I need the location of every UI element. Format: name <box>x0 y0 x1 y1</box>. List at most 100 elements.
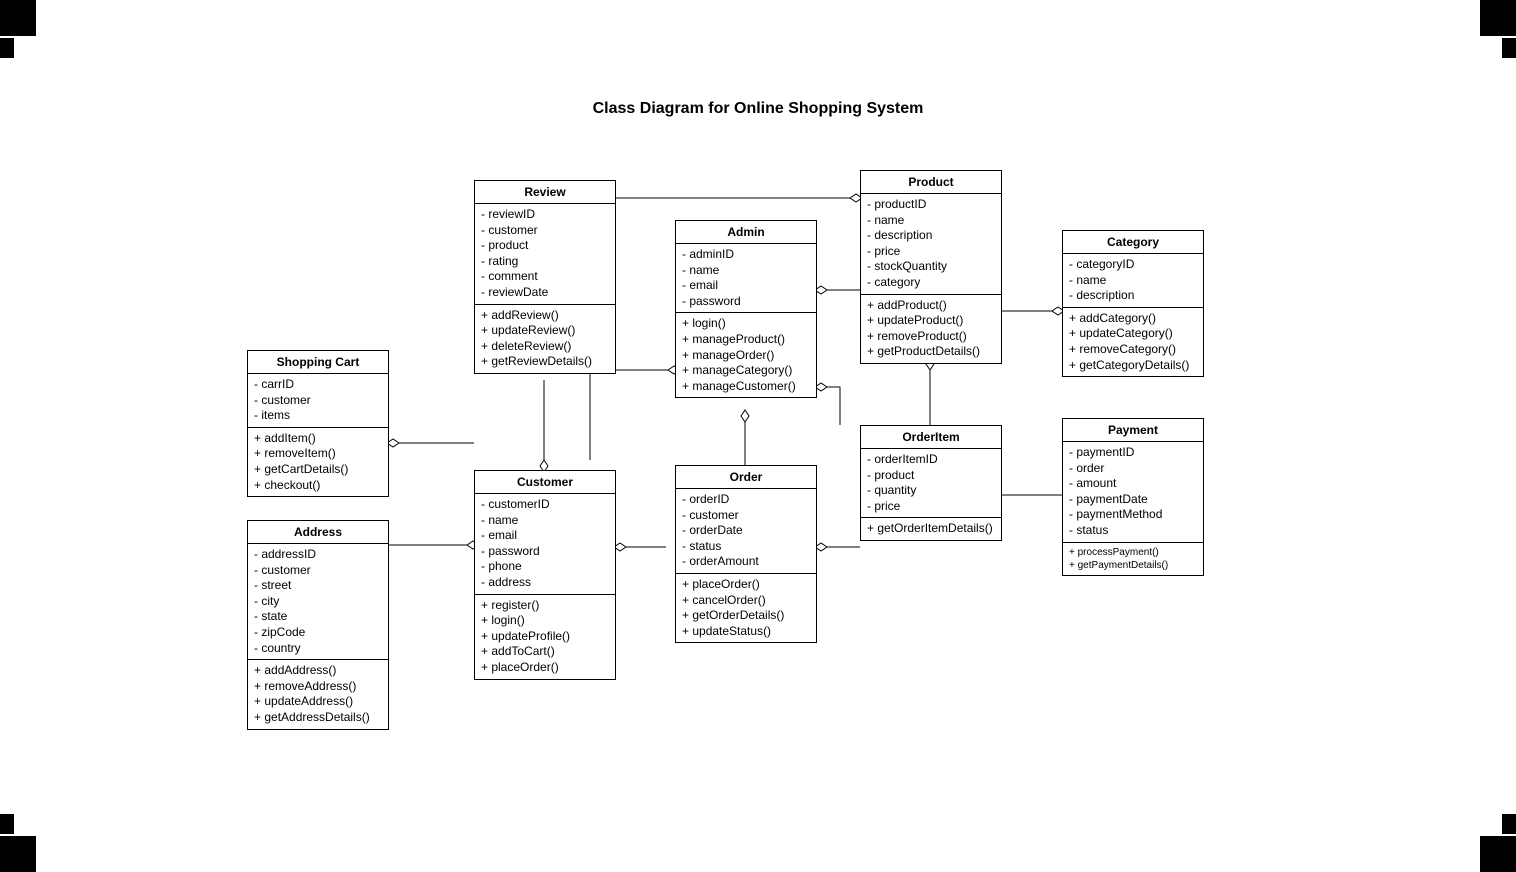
attr-line: - paymentDate <box>1069 492 1197 508</box>
method-line: + deleteReview() <box>481 339 609 355</box>
attr-line: - stockQuantity <box>867 259 995 275</box>
method-line: + updateCategory() <box>1069 326 1197 342</box>
method-line: + updateAddress() <box>254 694 382 710</box>
attr-line: - price <box>867 244 995 260</box>
method-line: + updateStatus() <box>682 624 810 640</box>
attr-line: - customerID <box>481 497 609 513</box>
class-order-name: Order <box>676 466 816 489</box>
attr-line: - phone <box>481 559 609 575</box>
attr-line: - name <box>481 513 609 529</box>
attr-line: - adminID <box>682 247 810 263</box>
class-review-methods: + addReview()+ updateReview()+ deleteRev… <box>475 305 615 373</box>
method-line: + getAddressDetails() <box>254 710 382 726</box>
attr-line: - rating <box>481 254 609 270</box>
class-admin-attrs: - adminID- name- email- password <box>676 244 816 313</box>
class-payment-attrs: - paymentID- order- amount- paymentDate-… <box>1063 442 1203 543</box>
method-line: + getCategoryDetails() <box>1069 358 1197 374</box>
method-line: + addItem() <box>254 431 382 447</box>
attr-line: - order <box>1069 461 1197 477</box>
class-admin: Admin - adminID- name- email- password +… <box>675 220 817 398</box>
attr-line: - customer <box>254 563 382 579</box>
attr-line: - password <box>481 544 609 560</box>
method-line: + checkout() <box>254 478 382 494</box>
class-customer: Customer - customerID- name- email- pass… <box>474 470 616 680</box>
attr-line: - productID <box>867 197 995 213</box>
class-payment-methods: + processPayment()+ getPaymentDetails() <box>1063 543 1203 575</box>
attr-line: - paymentID <box>1069 445 1197 461</box>
attr-line: - comment <box>481 269 609 285</box>
attr-line: - street <box>254 578 382 594</box>
method-line: + getPaymentDetails() <box>1069 559 1197 572</box>
attr-line: - state <box>254 609 382 625</box>
attr-line: - status <box>682 539 810 555</box>
class-customer-attrs: - customerID- name- email- password- pho… <box>475 494 615 595</box>
attr-line: - name <box>867 213 995 229</box>
attr-line: - amount <box>1069 476 1197 492</box>
class-product-attrs: - productID- name- description- price- s… <box>861 194 1001 295</box>
class-order-item: OrderItem - orderItemID- product- quanti… <box>860 425 1002 541</box>
class-order: Order - orderID- customer- orderDate- st… <box>675 465 817 643</box>
class-product-methods: + addProduct()+ updateProduct()+ removeP… <box>861 295 1001 363</box>
method-line: + manageProduct() <box>682 332 810 348</box>
attr-line: - orderDate <box>682 523 810 539</box>
method-line: + login() <box>481 613 609 629</box>
class-customer-methods: + register()+ login()+ updateProfile()+ … <box>475 595 615 679</box>
attr-line: - status <box>1069 523 1197 539</box>
class-admin-methods: + login()+ manageProduct()+ manageOrder(… <box>676 313 816 397</box>
class-category-methods: + addCategory()+ updateCategory()+ remov… <box>1063 308 1203 376</box>
class-category-attrs: - categoryID- name- description <box>1063 254 1203 308</box>
method-line: + removeAddress() <box>254 679 382 695</box>
class-address: Address - addressID- customer- street- c… <box>247 520 389 730</box>
attr-line: - categoryID <box>1069 257 1197 273</box>
attr-line: - reviewID <box>481 207 609 223</box>
method-line: + placeOrder() <box>682 577 810 593</box>
attr-line: - product <box>867 468 995 484</box>
method-line: + register() <box>481 598 609 614</box>
attr-line: - password <box>682 294 810 310</box>
method-line: + manageCategory() <box>682 363 810 379</box>
method-line: + getCartDetails() <box>254 462 382 478</box>
class-product: Product - productID- name- description- … <box>860 170 1002 364</box>
attr-line: - name <box>682 263 810 279</box>
class-customer-name: Customer <box>475 471 615 494</box>
method-line: + manageOrder() <box>682 348 810 364</box>
attr-line: - addressID <box>254 547 382 563</box>
class-category: Category - categoryID- name- description… <box>1062 230 1204 377</box>
attr-line: - description <box>867 228 995 244</box>
attr-line: - email <box>481 528 609 544</box>
method-line: + addProduct() <box>867 298 995 314</box>
class-product-name: Product <box>861 171 1001 194</box>
attr-line: - email <box>682 278 810 294</box>
class-address-attrs: - addressID- customer- street- city- sta… <box>248 544 388 660</box>
method-line: + addCategory() <box>1069 311 1197 327</box>
class-payment: Payment - paymentID- order- amount- paym… <box>1062 418 1204 576</box>
class-payment-name: Payment <box>1063 419 1203 442</box>
method-line: + placeOrder() <box>481 660 609 676</box>
method-line: + updateReview() <box>481 323 609 339</box>
attr-line: - country <box>254 641 382 657</box>
attr-line: - items <box>254 408 382 424</box>
class-order-item-attrs: - orderItemID- product- quantity- price <box>861 449 1001 518</box>
method-line: + removeCategory() <box>1069 342 1197 358</box>
method-line: + addAddress() <box>254 663 382 679</box>
attr-line: - customer <box>682 508 810 524</box>
attr-line: - orderItemID <box>867 452 995 468</box>
class-review: Review - reviewID- customer- product- ra… <box>474 180 616 374</box>
class-address-name: Address <box>248 521 388 544</box>
method-line: + cancelOrder() <box>682 593 810 609</box>
attr-line: - quantity <box>867 483 995 499</box>
attr-line: - price <box>867 499 995 515</box>
attr-line: - orderAmount <box>682 554 810 570</box>
connector-overlay <box>0 0 1516 872</box>
attr-line: - paymentMethod <box>1069 507 1197 523</box>
attr-line: - product <box>481 238 609 254</box>
class-shopping-cart-methods: + addItem()+ removeItem()+ getCartDetail… <box>248 428 388 496</box>
attr-line: - address <box>481 575 609 591</box>
class-category-name: Category <box>1063 231 1203 254</box>
method-line: + addReview() <box>481 308 609 324</box>
method-line: + getOrderDetails() <box>682 608 810 624</box>
class-shopping-cart-name: Shopping Cart <box>248 351 388 374</box>
class-shopping-cart-attrs: - carrID- customer- items <box>248 374 388 428</box>
attr-line: - reviewDate <box>481 285 609 301</box>
method-line: + getProductDetails() <box>867 344 995 360</box>
